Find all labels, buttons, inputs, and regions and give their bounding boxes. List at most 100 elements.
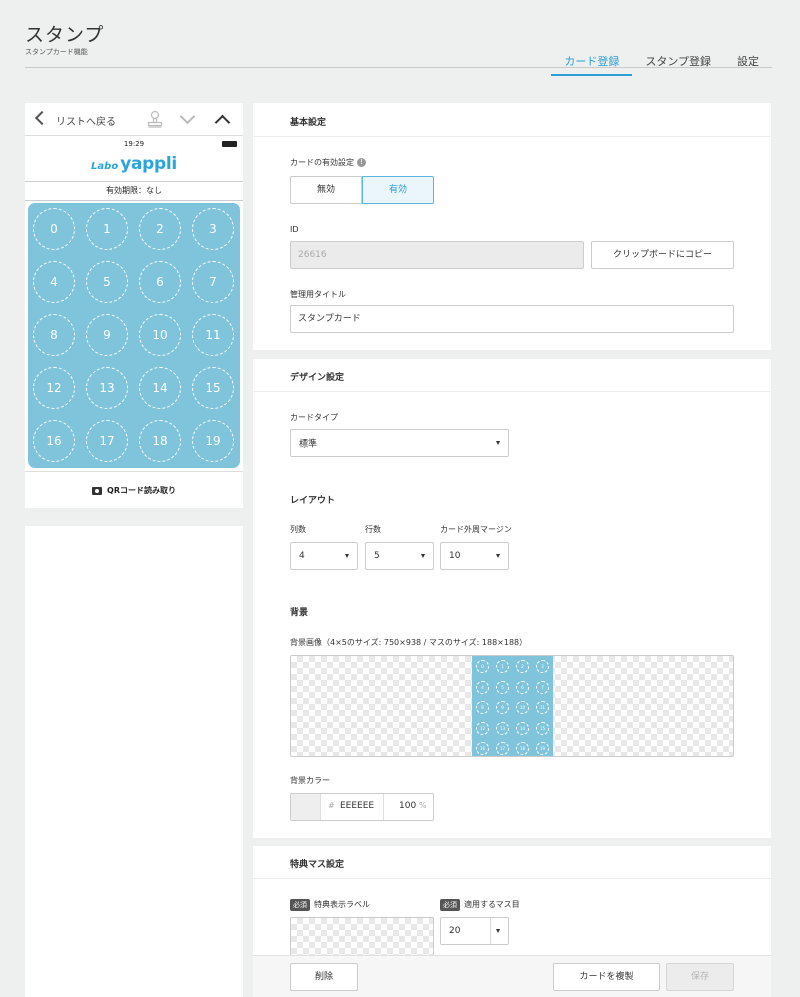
stamp-cell: 5	[86, 261, 128, 303]
toggle-disabled[interactable]: 無効	[290, 176, 362, 204]
panel-title-design: デザイン設定	[290, 373, 345, 383]
enable-setting-text: カードの有効設定	[290, 158, 354, 167]
tab-settings[interactable]: 設定	[724, 50, 772, 76]
divider	[253, 878, 771, 879]
header-divider	[25, 67, 772, 68]
bg-color-field[interactable]: # EEEEEE 100 %	[290, 793, 434, 821]
stamp-cell: 11	[192, 314, 234, 356]
mini-stamp-cell: 7	[536, 680, 549, 694]
target-cell-value: 20	[449, 926, 461, 936]
bonus-label-text: 特典表示ラベル	[314, 900, 370, 909]
chevron-left-icon[interactable]	[34, 110, 50, 126]
logo-yappli: yappli	[120, 154, 177, 174]
stamp-cell: 10	[139, 314, 181, 356]
preview-nav: リストへ戻る	[25, 103, 243, 136]
divider	[383, 794, 384, 820]
stamp-cell: 18	[139, 420, 181, 462]
panel-title-bonus: 特典マス設定	[290, 860, 345, 870]
rows-label: 行数	[365, 525, 381, 534]
chevron-up-icon[interactable]	[214, 114, 231, 131]
save-button[interactable]: 保存	[666, 963, 734, 991]
preview-lower-area	[25, 526, 243, 997]
mini-stamp-cell: 14	[516, 721, 529, 735]
admin-title-label: 管理用タイトル	[290, 290, 346, 299]
target-cell-text: 適用するマス目	[464, 900, 520, 909]
mini-stamp-cell: 1	[496, 660, 509, 673]
chevron-down-icon[interactable]	[179, 108, 196, 125]
help-icon[interactable]: !	[357, 158, 366, 167]
bg-color-label: 背景カラー	[290, 776, 330, 785]
target-cell-select[interactable]: 20	[440, 917, 509, 945]
card-type-label: カードタイプ	[290, 413, 338, 422]
divider	[253, 136, 771, 137]
bonus-label-image[interactable]	[290, 917, 434, 957]
columns-label: 列数	[290, 525, 306, 534]
bg-image-preview: 0 1 2 3 4 5 6 7 8 9 10 11 12 13 14 15 16 17 18 19	[472, 656, 553, 756]
stamp-icon[interactable]	[147, 110, 163, 128]
columns-value: 4	[299, 551, 305, 561]
card-type-select[interactable]: 標準	[290, 429, 509, 457]
stamp-cell: 19	[192, 420, 234, 462]
mini-stamp-cell: 16	[476, 742, 489, 755]
back-to-list-link[interactable]: リストへ戻る	[56, 113, 116, 128]
required-badge: 必須	[290, 899, 310, 911]
app-logo: Labo yappli	[25, 154, 243, 174]
stamp-cell: 4	[33, 261, 75, 303]
caret-down-icon	[496, 554, 500, 558]
stamp-cell: 17	[86, 420, 128, 462]
stamp-cell: 13	[86, 367, 128, 409]
expiry-label: 有効期限：なし	[25, 181, 243, 201]
copy-clipboard-button[interactable]: クリップボードにコピー	[591, 241, 734, 269]
opacity-value: 100	[399, 801, 417, 811]
opacity-unit: %	[419, 801, 427, 810]
tab-stamp-register[interactable]: スタンプ登録	[632, 50, 724, 76]
qr-scan-label: QRコード読み取り	[107, 486, 176, 495]
footer-action-bar: 削除 カードを複製 保存	[253, 955, 771, 997]
stamp-cell: 2	[139, 208, 181, 250]
columns-select[interactable]: 4	[290, 542, 358, 570]
camera-icon	[92, 486, 103, 495]
rows-select[interactable]: 5	[365, 542, 434, 570]
mini-stamp-cell: 5	[496, 680, 509, 694]
id-label: ID	[290, 225, 299, 234]
mini-stamp-cell: 3	[536, 660, 549, 673]
target-cell-label: 必須 適用するマス目	[440, 899, 520, 911]
mini-stamp-cell: 12	[476, 721, 489, 735]
logo-labo: Labo	[91, 161, 119, 172]
stamp-cell: 3	[192, 208, 234, 250]
bonus-label-field-label: 必須 特典表示ラベル	[290, 899, 370, 911]
hash-prefix: #	[328, 801, 335, 810]
mini-stamp-cell: 9	[496, 701, 509, 714]
admin-title-input[interactable]: スタンプカード	[290, 305, 734, 333]
layout-title: レイアウト	[290, 496, 336, 506]
toggle-enabled[interactable]: 有効	[362, 176, 434, 204]
margin-select[interactable]: 10	[440, 542, 509, 570]
enable-setting-label: カードの有効設定!	[290, 157, 366, 168]
delete-button[interactable]: 削除	[290, 963, 358, 991]
color-swatch[interactable]	[291, 794, 321, 820]
mini-stamp-cell: 18	[516, 742, 529, 755]
page-title: スタンプ	[25, 24, 105, 46]
mini-stamp-cell: 0	[476, 660, 489, 673]
mini-stamp-cell: 2	[516, 660, 529, 673]
tab-card-register[interactable]: カード登録	[551, 50, 633, 76]
id-field: 26616	[290, 241, 584, 269]
required-badge: 必須	[440, 899, 460, 911]
tab-bar: カード登録 スタンプ登録 設定	[551, 50, 772, 76]
card-type-value: 標準	[299, 439, 318, 450]
caret-down-icon	[345, 554, 349, 558]
divider	[490, 918, 491, 944]
mini-stamp-cell: 6	[516, 680, 529, 694]
stamp-cell: 16	[33, 420, 75, 462]
stamp-cell: 9	[86, 314, 128, 356]
mini-stamp-cell: 11	[536, 701, 549, 714]
bg-image-label: 背景画像（4×5のサイズ: 750×938 / マスのサイズ: 188×188）	[290, 638, 528, 647]
qr-scan-button[interactable]: QRコード読み取り	[25, 471, 243, 508]
design-settings-panel: デザイン設定 カードタイプ 標準 レイアウト 列数 行数 カード外周マージン 4…	[253, 359, 771, 838]
caret-down-icon	[496, 929, 500, 933]
mini-stamp-cell: 17	[496, 742, 509, 755]
card-preview: リストへ戻る 19:29 Labo yappli 有効期限：なし 01234567…	[25, 103, 243, 508]
mini-stamp-cell: 19	[536, 742, 549, 755]
duplicate-card-button[interactable]: カードを複製	[553, 963, 660, 991]
bg-image-dropzone[interactable]: 0 1 2 3 4 5 6 7 8 9 10 11 12 13 14 15 16 17 18 19	[290, 655, 734, 757]
